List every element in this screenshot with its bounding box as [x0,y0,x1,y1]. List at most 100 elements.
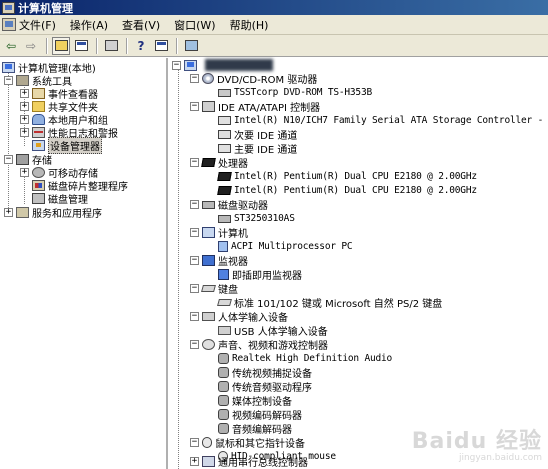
watermark-url: jingyan.baidu.com [458,453,542,463]
device-sound-2[interactable]: 传统视频捕捉设备 [218,366,312,380]
tree-device-manager[interactable]: 设备管理器 [32,137,102,154]
collapse-icon[interactable]: − [172,61,181,70]
expand-icon[interactable]: + [20,89,29,98]
expand-icon[interactable]: + [20,102,29,111]
category-ide[interactable]: − IDE ATA/ATAPI 控制器 [190,100,320,114]
tree-line [178,70,179,469]
tree-services-apps[interactable]: + 服务和应用程序 [4,206,102,220]
category-monitor[interactable]: − 监视器 [190,254,248,268]
properties-icon[interactable] [152,37,170,55]
processor-icon [217,172,232,181]
monitor-icon [218,269,229,280]
disk-management-icon [32,193,45,204]
collapse-icon[interactable]: − [190,228,199,237]
device-hid-1[interactable]: USB 人体学输入设备 [218,324,328,338]
device-ide-secondary[interactable]: 次要 IDE 通道 [218,128,298,142]
device-ide-primary[interactable]: 主要 IDE 通道 [218,142,298,156]
device-ide-controller[interactable]: Intel(R) N10/ICH7 Family Serial ATA Stor… [218,114,548,127]
device-cpu-2[interactable]: Intel(R) Pentium(R) Dual CPU E2180 @ 2.0… [217,184,477,197]
device-ide-secondary-label: 次要 IDE 通道 [234,131,298,142]
device-keyboard-1[interactable]: 标准 101/102 键或 Microsoft 自然 PS/2 键盘 [217,296,442,310]
category-disk-label: 磁盘驱动器 [218,201,268,212]
expand-icon[interactable]: + [4,208,13,217]
up-folder-icon[interactable] [52,36,70,55]
scan-hardware-icon[interactable] [182,37,200,55]
toolbar: ⇦ ⇨ ? [0,35,548,57]
category-sound[interactable]: − 声音、视频和游戏控制器 [190,338,328,352]
help-glyph: ? [137,38,145,53]
category-keyboard[interactable]: − 键盘 [190,282,238,296]
dvd-device-icon [218,88,231,97]
collapse-icon[interactable]: − [190,256,199,265]
tree-services-apps-label: 服务和应用程序 [32,209,102,220]
processor-icon [217,186,232,195]
defrag-icon [32,180,45,191]
services-icon [16,207,29,218]
disk-drive-icon [202,200,215,209]
collapse-icon[interactable]: − [190,438,199,447]
print-icon[interactable] [102,37,120,55]
console-tree-pane: 计算机管理(本地) − 系统工具 + 事件查看器 + 共享文件夹 + 本地用户和… [0,58,168,469]
device-disk-1[interactable]: ST3250310AS [218,212,295,225]
menu-window[interactable]: 窗口(W) [174,17,215,33]
collapse-icon[interactable]: − [4,155,13,164]
sound-device-icon [218,381,229,392]
tree-disk-management[interactable]: 磁盘管理 [32,192,88,206]
device-sound-6[interactable]: 音频编解码器 [218,422,292,436]
system-menu-icon[interactable] [2,18,16,31]
menu-help[interactable]: 帮助(H) [230,17,269,33]
forward-glyph: ⇨ [25,38,37,53]
category-dvd[interactable]: − DVD/CD-ROM 驱动器 [190,72,317,86]
device-sound-4[interactable]: 媒体控制设备 [218,394,292,408]
computer-management-icon [2,62,15,73]
back-arrow-icon[interactable]: ⇦ [2,37,20,55]
expand-icon[interactable]: + [20,115,29,124]
collapse-icon[interactable]: − [190,102,199,111]
tree-storage[interactable]: − 存储 [4,153,52,167]
device-cpu-1[interactable]: Intel(R) Pentium(R) Dual CPU E2180 @ 2.0… [217,170,477,183]
collapse-icon[interactable]: − [190,340,199,349]
device-sound-3[interactable]: 传统音频驱动程序 [218,380,312,394]
category-hid[interactable]: − 人体学输入设备 [190,310,288,324]
collapse-icon[interactable]: − [190,74,199,83]
show-hide-tree-icon[interactable] [72,37,90,55]
removable-storage-icon [32,167,45,178]
expand-icon[interactable]: + [20,168,29,177]
collapse-icon[interactable]: − [4,76,13,85]
performance-icon [32,127,45,138]
ide-channel-icon [218,130,231,139]
device-sound-1[interactable]: Realtek High Definition Audio [218,352,392,365]
category-computer[interactable]: − 计算机 [190,226,248,240]
forward-arrow-icon[interactable]: ⇨ [22,37,40,55]
collapse-icon[interactable]: − [190,200,199,209]
device-dvd[interactable]: TSSTcorp DVD-ROM TS-H353B [218,86,372,99]
device-tree-root[interactable]: − [172,59,200,72]
device-monitor-1[interactable]: 即插即用监视器 [218,268,302,282]
help-icon[interactable]: ? [132,37,150,55]
computer-management-icon [2,1,15,14]
category-disk[interactable]: − 磁盘驱动器 [190,198,268,212]
event-viewer-icon [32,88,45,99]
menu-action[interactable]: 操作(A) [70,17,108,33]
device-computer-1[interactable]: ACPI Multiprocessor PC [218,240,353,253]
device-sound-5[interactable]: 视频编码解码器 [218,408,302,422]
expand-icon[interactable]: + [190,457,199,466]
device-sound-5-label: 视频编码解码器 [232,411,302,422]
collapse-icon[interactable]: − [190,158,199,167]
usb-icon [202,456,215,467]
menu-file[interactable]: 文件(F) [19,17,56,33]
category-cpu[interactable]: − 处理器 [190,156,248,170]
sound-device-icon [218,353,229,364]
device-hid-1-label: USB 人体学输入设备 [234,327,328,338]
category-mouse[interactable]: − 鼠标和其它指针设备 [190,436,305,450]
collapse-icon[interactable]: − [190,312,199,321]
category-usb-row[interactable]: + 通用串行总线控制器 [190,455,308,469]
device-cpu-2-label: Intel(R) Pentium(R) Dual CPU E2180 @ 2.0… [234,185,477,196]
device-ide-controller-label: Intel(R) N10/ICH7 Family Serial ATA Stor… [234,115,548,126]
device-ide-primary-label: 主要 IDE 通道 [234,145,298,156]
expand-icon[interactable]: + [20,128,29,137]
collapse-icon[interactable]: − [190,284,199,293]
ide-controller-icon [202,101,215,112]
menu-view[interactable]: 查看(V) [122,17,160,33]
device-disk-1-label: ST3250310AS [234,213,295,224]
